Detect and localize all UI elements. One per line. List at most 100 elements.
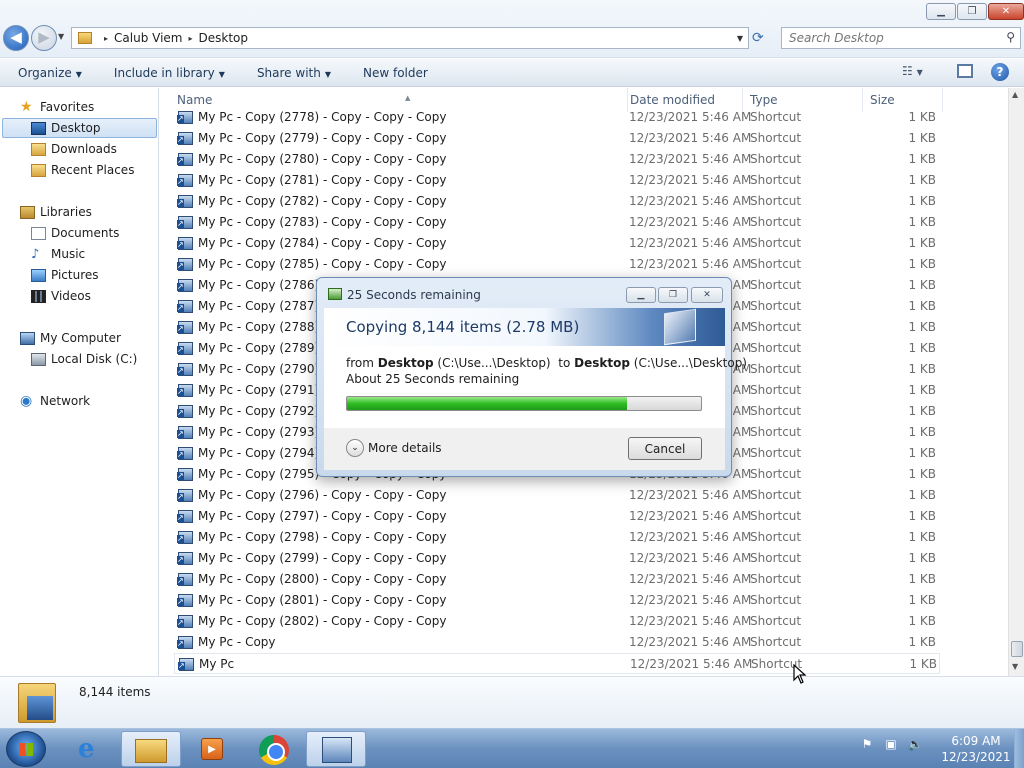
show-desktop-button[interactable] — [1014, 729, 1024, 768]
new-folder-button[interactable]: New folder — [363, 66, 428, 80]
source-name[interactable]: Desktop — [378, 356, 434, 370]
mouse-cursor-icon — [793, 663, 807, 687]
file-date: 12/23/2021 5:46 AM — [629, 236, 752, 250]
file-row[interactable]: My Pc - Copy (2780) - Copy - Copy - Copy… — [174, 149, 940, 170]
shortcut-icon — [177, 132, 193, 145]
file-row[interactable]: My Pc - Copy (2781) - Copy - Copy - Copy… — [174, 170, 940, 191]
breadcrumb-separator-icon[interactable]: ▸ — [188, 34, 192, 43]
search-icon[interactable]: ⚲ — [1006, 30, 1015, 44]
network-status-icon[interactable]: ▣ — [882, 735, 900, 753]
shortcut-icon — [177, 258, 193, 271]
file-row[interactable]: My Pc - Copy (2785) - Copy - Copy - Copy… — [174, 254, 940, 275]
dialog-maximize-button[interactable]: ❐ — [658, 287, 688, 303]
close-button[interactable]: ✕ — [988, 3, 1024, 20]
cancel-button[interactable]: Cancel — [628, 437, 702, 460]
time-remaining: About 25 Seconds remaining — [346, 372, 520, 386]
nav-desktop[interactable]: Desktop — [2, 118, 157, 138]
file-row[interactable]: My Pc - Copy (2778) - Copy - Copy - Copy… — [174, 107, 940, 128]
share-with-button[interactable]: Share with ▼ — [257, 66, 331, 80]
file-row[interactable]: My Pc - Copy (2800) - Copy - Copy - Copy… — [174, 569, 940, 590]
more-details-toggle[interactable]: ⌄ More details — [346, 439, 442, 457]
nav-videos[interactable]: Videos — [31, 286, 91, 306]
scrollbar-thumb[interactable] — [1011, 641, 1023, 657]
nav-libraries[interactable]: Libraries — [20, 202, 92, 222]
hard-disk-icon — [31, 352, 46, 366]
back-button[interactable]: ◀ — [3, 25, 29, 51]
file-row[interactable]: My Pc - Copy (2802) - Copy - Copy - Copy… — [174, 611, 940, 632]
shortcut-icon — [177, 342, 193, 355]
scroll-down-icon[interactable]: ▼ — [1012, 662, 1018, 671]
file-row[interactable]: My Pc - Copy (2797) - Copy - Copy - Copy… — [174, 506, 940, 527]
search-box[interactable]: ⚲ — [781, 27, 1021, 49]
taskbar-windows-explorer[interactable] — [121, 731, 181, 767]
preview-pane-button[interactable] — [957, 64, 973, 78]
maximize-icon: ❐ — [967, 6, 977, 17]
file-row[interactable]: My Pc - Copy (2801) - Copy - Copy - Copy… — [174, 590, 940, 611]
nav-favorites[interactable]: ★ Favorites — [20, 97, 94, 117]
item-count: 8,144 items — [79, 685, 151, 699]
include-in-library-button[interactable]: Include in library ▼ — [114, 66, 225, 80]
system-tray: ⚑ ▣ 🔈 — [858, 735, 924, 753]
file-row[interactable]: My Pc - Copy (2783) - Copy - Copy - Copy… — [174, 212, 940, 233]
nav-local-disk[interactable]: Local Disk (C:) — [31, 349, 137, 369]
file-type: Shortcut — [750, 341, 802, 355]
minimize-button[interactable]: ▁ — [926, 3, 956, 20]
nav-recent-places[interactable]: Recent Places — [31, 160, 134, 180]
organize-button[interactable]: Organize ▼ — [18, 66, 82, 80]
taskbar-copy-dialog[interactable] — [306, 731, 366, 767]
shortcut-icon — [177, 363, 193, 376]
file-row[interactable]: My Pc - Copy (2784) - Copy - Copy - Copy… — [174, 233, 940, 254]
shortcut-icon — [177, 615, 193, 628]
address-dropdown-icon[interactable]: ▼ — [737, 34, 743, 43]
file-row[interactable]: My Pc - Copy (2782) - Copy - Copy - Copy… — [174, 191, 940, 212]
dialog-minimize-button[interactable]: ▁ — [626, 287, 656, 303]
file-row[interactable]: My Pc - Copy 12/23/2021 5:46 AMShortcut 1 … — [174, 632, 940, 653]
vertical-scrollbar[interactable]: ▲ ▼ — [1008, 88, 1024, 676]
maximize-button[interactable]: ❐ — [957, 3, 987, 20]
file-row[interactable]: My Pc12/23/2021 5:46 AMShortcut1 KB — [174, 653, 940, 674]
clock-time: 6:09 AM — [951, 734, 1001, 748]
recent-pages-dropdown[interactable]: ▼ — [58, 32, 64, 41]
file-date: 12/23/2021 5:46 AM — [629, 215, 752, 229]
breadcrumb-separator-icon[interactable]: ▸ — [104, 34, 108, 43]
action-center-flag-icon[interactable]: ⚑ — [858, 735, 876, 753]
minimize-icon: ▁ — [637, 290, 645, 300]
shortcut-icon — [177, 300, 193, 313]
file-row[interactable]: My Pc - Copy (2779) - Copy - Copy - Copy… — [174, 128, 940, 149]
volume-icon[interactable]: 🔈 — [906, 735, 924, 753]
file-row[interactable]: My Pc - Copy (2799) - Copy - Copy - Copy… — [174, 548, 940, 569]
destination-name[interactable]: Desktop — [574, 356, 630, 370]
command-bar: Organize ▼ Include in library ▼ Share with… — [0, 59, 1024, 87]
file-date: 12/23/2021 5:46 AM — [629, 614, 752, 628]
nav-label: My Computer — [40, 331, 121, 345]
nav-my-computer[interactable]: My Computer — [20, 328, 121, 348]
file-row[interactable]: My Pc - Copy (2798) - Copy - Copy - Copy… — [174, 527, 940, 548]
file-type: Shortcut — [750, 215, 802, 229]
file-row[interactable]: My Pc - Copy (2796) - Copy - Copy - Copy… — [174, 485, 940, 506]
file-size: 1 KB — [908, 299, 936, 313]
forward-button[interactable]: ▶ — [31, 25, 57, 51]
refresh-icon[interactable]: ⟳ — [752, 30, 764, 46]
file-type: Shortcut — [750, 362, 802, 376]
dialog-close-button[interactable]: ✕ — [691, 287, 723, 303]
taskbar-media-player[interactable]: ▶ — [182, 731, 242, 767]
shortcut-icon — [177, 573, 193, 586]
scroll-up-icon[interactable]: ▲ — [1012, 90, 1018, 99]
file-size: 1 KB — [908, 257, 936, 271]
taskbar-chrome[interactable] — [244, 731, 304, 767]
nav-music[interactable]: ♪ Music — [31, 244, 85, 264]
change-view-button[interactable]: ☷ ▼ — [902, 64, 923, 78]
nav-pictures[interactable]: Pictures — [31, 265, 99, 285]
nav-documents[interactable]: Documents — [31, 223, 119, 243]
nav-downloads[interactable]: Downloads — [31, 139, 117, 159]
help-button[interactable]: ? — [991, 63, 1009, 81]
nav-network[interactable]: ◉ Network — [20, 391, 90, 411]
start-button[interactable] — [6, 731, 46, 767]
chevron-down-icon: ▼ — [324, 69, 331, 79]
address-bar[interactable]: ▸ Calub Viem ▸ Desktop ▼ — [71, 27, 749, 49]
breadcrumb-user[interactable]: Calub Viem — [114, 31, 182, 45]
search-input[interactable] — [782, 28, 992, 48]
breadcrumb-desktop[interactable]: Desktop — [199, 31, 249, 45]
taskbar-internet-explorer[interactable]: e — [62, 731, 122, 767]
clock[interactable]: 6:09 AM 12/23/2021 — [936, 733, 1016, 765]
